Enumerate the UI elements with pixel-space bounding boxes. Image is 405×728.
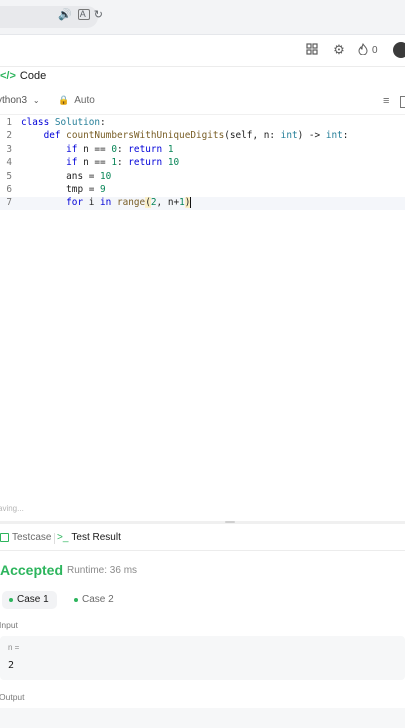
code-line: for i in range(2, n+1) [66,197,192,209]
tab-test-result[interactable]: >_ Test Result [57,532,121,543]
code-line: class Solution: [21,117,106,128]
runtime-label: Runtime: 36 ms [67,565,138,576]
line-number: 4 [6,157,12,169]
code-line: ans = 10 [21,170,112,182]
tab-testcase[interactable]: Testcase [0,532,51,543]
line-number: 3 [6,143,12,155]
input-box [0,636,405,680]
avatar[interactable] [393,42,405,58]
tab-testcase-label: Testcase [12,532,52,543]
line-number: 6 [6,184,12,195]
line-number: 5 [6,170,12,182]
case-1[interactable]: Case 1 [9,594,49,605]
language-label: ython3 [0,95,28,106]
case-2[interactable]: Case 2 [74,594,114,605]
param-name: n = [8,643,20,652]
param-value: 2 [8,660,15,671]
pass-dot-icon [74,597,78,602]
expand-icon[interactable] [400,96,405,108]
speaker-icon[interactable]: 🔊 [58,8,74,21]
line-number: 7 [6,197,12,209]
line-number: 1 [6,117,12,128]
auto-label: Auto [74,95,95,106]
format-icon[interactable]: ≡ [383,95,389,107]
tab-code-label: Code [19,70,47,82]
line-number: 2 [6,130,12,142]
code-line: def countNumbersWithUniqueDigits(self, n… [43,130,349,142]
code-line: tmp = 9 [21,184,106,195]
flame-icon [358,43,368,58]
tab-code[interactable]: </> Code [0,70,46,82]
streak-counter[interactable]: 0 [358,43,378,58]
output-box [0,708,405,728]
streak-count: 0 [372,45,378,56]
chevron-down-icon: ⌄ [32,96,40,105]
text-caret [190,197,192,209]
code-line: if n == 1: return 10 [66,157,180,169]
resize-handle[interactable] [225,521,235,523]
layout-icon[interactable] [305,43,319,57]
translate-icon[interactable]: A [77,9,90,20]
checkbox-icon [0,533,9,542]
case-1-label: Case 1 [17,594,49,605]
input-label: Input [0,620,18,630]
language-select[interactable]: ython3 ⌄ [0,95,40,106]
pass-dot-icon [9,597,13,602]
address-bar-icons: 🔊 A ↻ [58,8,105,21]
tabbar-divider [0,550,405,551]
auto-toggle[interactable]: 🔒 Auto [58,95,95,106]
panel-divider[interactable] [0,521,405,524]
gear-icon[interactable]: ⚙ [332,43,346,57]
refresh-icon[interactable]: ↻ [94,8,105,21]
code-icon: </> [0,70,16,82]
terminal-icon: >_ [57,532,69,543]
lock-icon: 🔒 [58,95,70,105]
tab-test-result-label: Test Result [71,532,121,543]
code-editor[interactable]: 1 2 3 4 5 6 7 class Solution: def countN… [0,116,405,226]
tab-separator [54,533,55,544]
result-status: Accepted [0,562,64,578]
case-2-label: Case 2 [82,594,114,605]
output-label: Output [0,692,25,702]
code-line: if n == 0: return 1 [66,143,174,155]
save-status: aving... [0,504,24,513]
